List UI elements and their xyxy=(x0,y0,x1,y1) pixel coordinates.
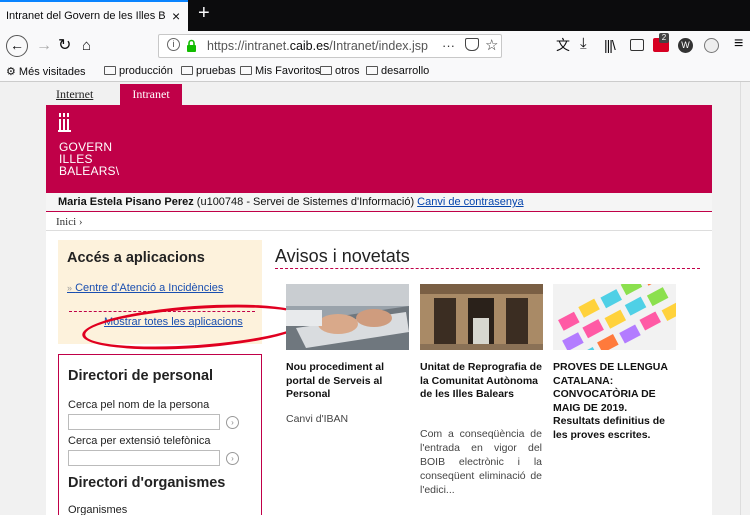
govern-logo-icon[interactable] xyxy=(58,113,72,133)
folder-icon xyxy=(320,66,332,75)
search-name-input[interactable] xyxy=(68,414,220,430)
divider xyxy=(275,268,700,269)
divider xyxy=(46,230,712,231)
addon-icon[interactable] xyxy=(704,38,719,53)
change-password-link[interactable]: Canvi de contrasenya xyxy=(417,196,523,208)
gear-icon: ⚙ xyxy=(6,66,19,78)
forward-icon[interactable]: → xyxy=(36,37,52,55)
bookmark-mis-favoritos[interactable]: Mis Favoritos xyxy=(240,65,320,77)
library-icon[interactable]: |||\ xyxy=(604,36,616,54)
logo-text-balears: BALEARS\ xyxy=(59,164,120,178)
downloads-icon[interactable]: ⤓ xyxy=(580,35,587,53)
search-extension-label: Cerca per extensió telefònica xyxy=(68,435,211,447)
bookmarks-toolbar: ⚙ Més visitades producción pruebas Mis F… xyxy=(0,61,750,82)
extension-badge: 2 xyxy=(659,33,669,43)
close-tab-icon[interactable]: × xyxy=(172,8,180,24)
menu-icon[interactable]: ≡ xyxy=(734,35,743,53)
news-headline-2[interactable]: Unitat de Reprografia de la Comunitat Au… xyxy=(420,361,542,402)
bookmark-star-icon[interactable]: ☆ xyxy=(485,36,498,54)
sidebar-icon[interactable] xyxy=(630,39,644,51)
news-image-building[interactable] xyxy=(420,284,543,350)
bookmark-produccion[interactable]: producción xyxy=(104,65,173,77)
search-extension-go-icon[interactable]: › xyxy=(226,452,239,465)
extension-icon[interactable]: 2 xyxy=(653,33,669,52)
news-headline-3[interactable]: PROVES DE LLENGUA CATALANA: CONVOCATÒRIA… xyxy=(553,361,675,442)
translate-icon[interactable]: 文 xyxy=(556,36,570,54)
lock-icon xyxy=(187,39,196,52)
home-icon[interactable]: ⌂ xyxy=(82,37,91,55)
orgs-label: Organismes xyxy=(68,504,128,515)
browser-tab-strip: Intranet del Govern de les Illes Balea ×… xyxy=(0,0,750,31)
info-icon[interactable]: i xyxy=(167,38,180,51)
address-bar[interactable]: i https://intranet.caib.es/Intranet/inde… xyxy=(158,34,502,58)
folder-icon xyxy=(366,66,378,75)
news-image-keyboard[interactable] xyxy=(286,284,409,350)
breadcrumb[interactable]: Inici › xyxy=(56,216,83,228)
apps-panel-title: Accés a aplicacions xyxy=(67,250,205,266)
search-name-go-icon[interactable]: › xyxy=(226,416,239,429)
search-extension-input[interactable] xyxy=(68,450,220,466)
news-image-cards[interactable] xyxy=(553,284,676,350)
incidents-center-link[interactable]: » Centre d'Atenció a Incidències xyxy=(67,282,223,294)
folder-icon xyxy=(240,66,252,75)
browser-tab-title: Intranet del Govern de les Illes Balea xyxy=(6,10,166,22)
page-viewport: Internet Intranet GOVERN ILLES BALEARS\ … xyxy=(0,82,740,515)
user-info-bar: Maria Estela Pisano Perez (u100748 - Ser… xyxy=(46,193,712,212)
folder-icon xyxy=(104,66,116,75)
wappalyzer-icon[interactable]: W xyxy=(678,38,693,53)
search-name-label: Cerca pel nom de la persona xyxy=(68,399,210,411)
url-text: https://intranet.caib.es/Intranet/index.… xyxy=(207,39,428,53)
page-actions-icon[interactable]: ··· xyxy=(442,38,455,53)
user-name: Maria Estela Pisano Perez xyxy=(58,196,194,208)
orgs-directory-title: Directori d'organismes xyxy=(68,475,226,491)
bookmark-otros[interactable]: otros xyxy=(320,65,359,77)
tab-intranet[interactable]: Intranet xyxy=(120,84,182,105)
bookmark-desarrollo[interactable]: desarrollo xyxy=(366,65,429,77)
browser-toolbar: ← → ↻ ⌂ i https://intranet.caib.es/Intra… xyxy=(0,31,750,61)
staff-directory-title: Directori de personal xyxy=(68,368,214,384)
back-icon[interactable]: ← xyxy=(6,35,28,57)
news-headline-1[interactable]: Nou procediment al portal de Serveis al … xyxy=(286,361,408,402)
news-section-title: Avisos i novetats xyxy=(275,246,410,266)
pocket-icon[interactable] xyxy=(465,38,479,51)
bookmark-most-visited[interactable]: ⚙ Més visitades xyxy=(6,65,86,78)
site-tabs: Internet Intranet xyxy=(46,82,712,105)
news-body-2: Com a conseqüència de l'entrada en vigor… xyxy=(420,428,542,496)
folder-icon xyxy=(181,66,193,75)
reload-icon[interactable]: ↻ xyxy=(58,37,71,55)
new-tab-icon[interactable]: + xyxy=(198,2,210,25)
tab-internet[interactable]: Internet xyxy=(56,87,93,102)
browser-tab[interactable]: Intranet del Govern de les Illes Balea × xyxy=(0,0,188,31)
site-banner: GOVERN ILLES BALEARS\ xyxy=(46,105,712,193)
directory-panel: Directori de personal Cerca pel nom de l… xyxy=(58,354,262,515)
user-details: (u100748 - Servei de Sistemes d'Informac… xyxy=(193,196,418,208)
news-subtitle-1: Canvi d'IBAN xyxy=(286,413,349,425)
page-scrollbar[interactable] xyxy=(740,82,750,515)
bookmark-pruebas[interactable]: pruebas xyxy=(181,65,236,77)
intranet-page: Internet Intranet GOVERN ILLES BALEARS\ … xyxy=(46,82,712,515)
